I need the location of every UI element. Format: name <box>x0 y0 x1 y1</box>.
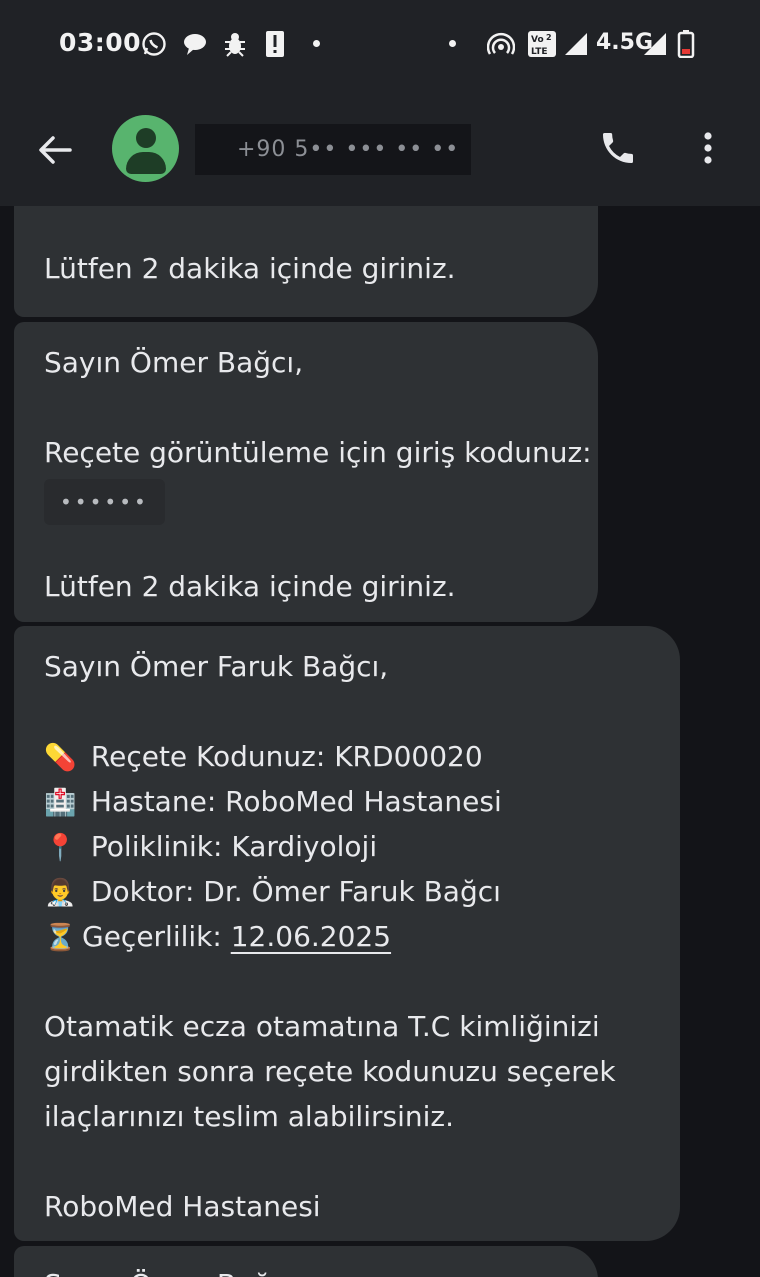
message-bubble[interactable]: Sayın Ömer Bağcı, Reçete görüntüleme içi… <box>14 322 598 622</box>
message-body-line: girdikten sonra reçete kodunuzu seçerek <box>44 1055 616 1088</box>
message-body-line: Otamatik ecza otamatına T.C kimliğinizi <box>44 1010 600 1043</box>
svg-text:LTE: LTE <box>531 47 548 57</box>
clock: 03:00 <box>59 28 142 57</box>
validity-date-link[interactable]: 12.06.2025 <box>231 920 391 953</box>
alert-icon <box>264 30 286 58</box>
signal-icon <box>642 30 668 58</box>
message-text: Lütfen 2 dakika içinde giriniz. <box>44 252 456 285</box>
bug-icon <box>222 30 248 58</box>
signal-icon <box>563 30 589 58</box>
hospital-icon: 🏥 <box>44 788 77 818</box>
person-icon <box>136 128 156 148</box>
doctor-icon: 👨‍⚕️ <box>44 878 77 908</box>
message-body-line: ilaçlarınızı teslim alabilirsiniz. <box>44 1100 454 1133</box>
prescription-code: Reçete Kodunuz: KRD00020 <box>90 740 483 773</box>
hourglass-icon: ⏳ <box>44 923 77 953</box>
validity-row: ⏳ Geçerlilik: 12.06.2025 <box>44 914 391 961</box>
svg-text:Vo: Vo <box>531 35 544 45</box>
hotspot-icon <box>487 30 515 58</box>
contact-phone-number[interactable]: +90 5•• ••• •• •• <box>195 124 471 175</box>
status-dot <box>313 40 320 47</box>
validity-label: Geçerlilik: <box>82 920 231 953</box>
battery-icon <box>676 30 696 58</box>
contact-avatar[interactable] <box>112 115 179 182</box>
more-options-icon[interactable] <box>696 128 720 168</box>
masked-login-code[interactable]: •••••• <box>44 479 165 525</box>
message-bubble[interactable]: Sayın Ömer Bağcı <box>14 1246 598 1277</box>
back-arrow-icon[interactable] <box>34 130 74 170</box>
message-footer: Lütfen 2 dakika içinde giriniz. <box>44 570 456 603</box>
whatsapp-icon <box>140 30 168 58</box>
hospital-row: 🏥 Hastane: RoboMed Hastanesi <box>44 779 502 826</box>
phone-call-icon[interactable] <box>598 128 638 168</box>
volte-icon: Vo 2 LTE <box>527 30 557 58</box>
message-bubble[interactable]: Sayın Ömer Faruk Bağcı, 💊 Reçete Kodunuz… <box>14 626 680 1241</box>
clinic-row: 📍 Poliklinik: Kardiyoloji <box>44 824 377 871</box>
svg-text:2: 2 <box>546 33 552 42</box>
message-greeting: Sayın Ömer Faruk Bağcı, <box>44 650 389 683</box>
pin-icon: 📍 <box>44 833 77 863</box>
message-text: Reçete görüntüleme için giriş kodunuz: <box>44 436 592 469</box>
message-greeting: Sayın Ömer Bağcı, <box>44 346 304 379</box>
hospital-name: Hastane: RoboMed Hastanesi <box>90 785 502 818</box>
prescription-code-row: 💊 Reçete Kodunuz: KRD00020 <box>44 734 483 781</box>
pill-icon: 💊 <box>44 743 77 773</box>
message-list[interactable]: Lütfen 2 dakika içinde giriniz. Sayın Öm… <box>0 206 760 1277</box>
chat-icon <box>181 30 209 58</box>
message-signature: RoboMed Hastanesi <box>44 1190 321 1223</box>
status-bar: 03:00 Vo 2 LTE 4.5G <box>0 0 760 92</box>
message-bubble[interactable]: Lütfen 2 dakika içinde giriniz. <box>14 206 598 317</box>
message-greeting: Sayın Ömer Bağcı <box>44 1262 294 1277</box>
status-dot <box>449 40 456 47</box>
doctor-name: Doktor: Dr. Ömer Faruk Bağcı <box>90 875 501 908</box>
doctor-row: 👨‍⚕️ Doktor: Dr. Ömer Faruk Bağcı <box>44 869 501 916</box>
clinic-name: Poliklinik: Kardiyoloji <box>90 830 378 863</box>
